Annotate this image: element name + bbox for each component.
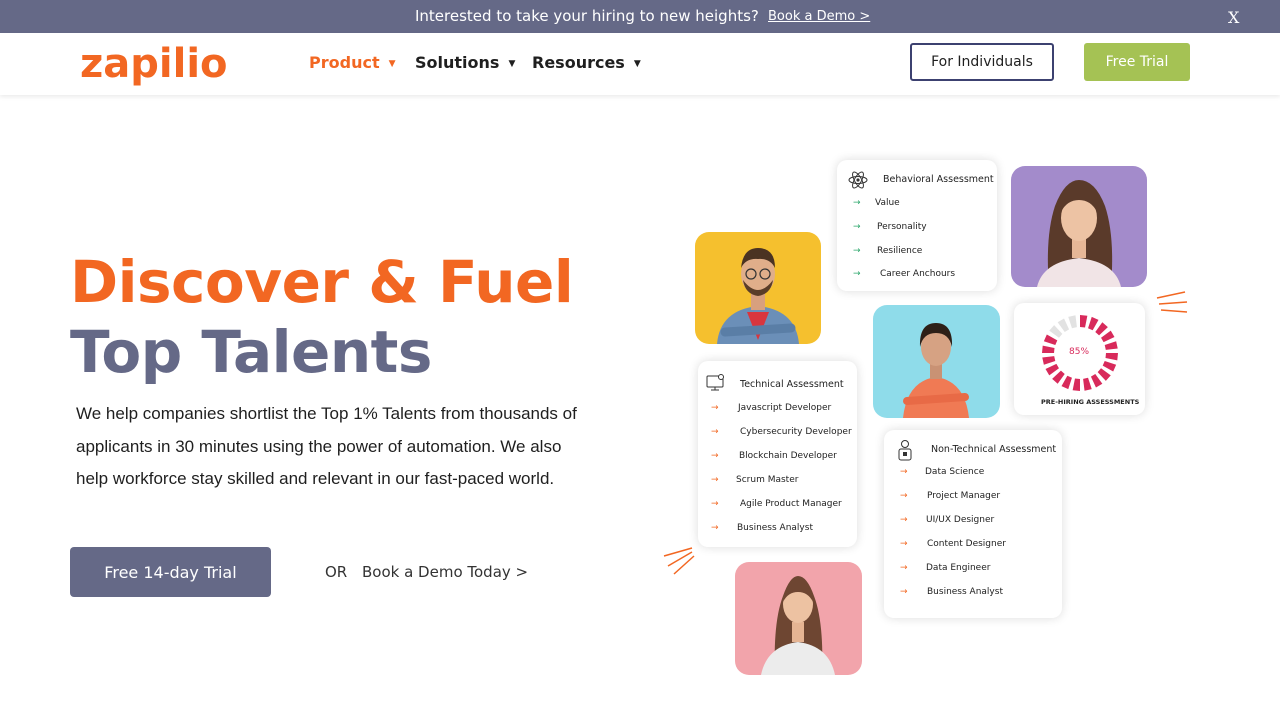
- gauge-segment: [1052, 370, 1065, 384]
- pre-hiring-gauge-card: 85% PRE-HIRING ASSESSMENTS: [1014, 303, 1145, 415]
- gauge-segment: [1083, 377, 1092, 391]
- gauge-segment: [1061, 375, 1072, 390]
- arrow-right-icon: →: [900, 467, 908, 477]
- close-icon[interactable]: X: [1228, 8, 1239, 27]
- nav-item-label: Solutions: [415, 53, 500, 72]
- card-title: Behavioral Assessment: [883, 174, 994, 185]
- caret-down-icon: ▼: [388, 59, 396, 69]
- gauge-segment: [1102, 361, 1117, 372]
- caret-down-icon: ▼: [508, 59, 516, 69]
- card-title: Technical Assessment: [740, 379, 844, 390]
- for-individuals-button[interactable]: For Individuals: [910, 43, 1054, 81]
- main-nav: zapilio Product ▼ Solutions ▼ Resources ▼ F…: [0, 33, 1280, 95]
- hero-title-line1: Discover & Fuel: [70, 248, 574, 316]
- gauge-segment: [1057, 318, 1070, 332]
- list-item: Blockchain Developer: [739, 451, 837, 461]
- behavioral-assessment-card: Behavioral Assessment → Value → Personal…: [837, 160, 997, 291]
- nav-item-label: Product: [309, 53, 380, 72]
- gauge-segment: [1072, 378, 1080, 391]
- gauge-segment: [1095, 322, 1108, 336]
- list-item: Cybersecurity Developer: [740, 427, 852, 437]
- nav-item-product[interactable]: Product ▼: [309, 53, 396, 72]
- hero-title-line2: Top Talents: [70, 318, 432, 386]
- arrow-right-icon: →: [900, 515, 908, 525]
- list-item: Agile Product Manager: [740, 499, 842, 509]
- monitor-icon: [706, 374, 724, 391]
- burst-decoration-icon: [1156, 291, 1188, 313]
- person-badge-icon: [898, 440, 912, 461]
- list-item: Data Science: [925, 467, 985, 477]
- gauge-segment: [1042, 356, 1056, 365]
- gauge-segment: [1101, 330, 1115, 343]
- gauge-segment: [1105, 353, 1118, 361]
- nav-item-solutions[interactable]: Solutions ▼: [415, 53, 515, 72]
- arrow-right-icon: →: [853, 222, 861, 232]
- gauge-segment: [1080, 315, 1088, 328]
- gauge-segment: [1045, 363, 1059, 376]
- person-illustration: [761, 576, 835, 675]
- logo[interactable]: zapilio: [80, 41, 228, 87]
- gauge-segment: [1088, 316, 1099, 331]
- gauge-label: PRE-HIRING ASSESSMENTS: [1041, 398, 1140, 406]
- gauge-percent: 85%: [1069, 347, 1090, 357]
- arrow-right-icon: →: [711, 499, 719, 509]
- list-item: Business Analyst: [737, 523, 813, 533]
- gauge-segment: [1097, 368, 1111, 381]
- hero-description: We help companies shortlist the Top 1% T…: [76, 404, 577, 488]
- gauge-segment: [1042, 345, 1055, 353]
- list-item: Business Analyst: [927, 587, 1003, 597]
- photo-woman-pink: [735, 562, 862, 675]
- card-title: Non-Technical Assessment: [931, 444, 1057, 455]
- list-item: Career Anchours: [880, 269, 956, 279]
- arrow-right-icon: →: [711, 403, 719, 413]
- burst-decoration-icon: [663, 547, 695, 575]
- list-item: UI/UX Designer: [926, 515, 995, 525]
- arrow-right-icon: →: [900, 563, 908, 573]
- list-item: Personality: [877, 222, 927, 232]
- gauge-segment: [1068, 315, 1077, 329]
- free-trial-button[interactable]: Free Trial: [1084, 43, 1190, 81]
- list-item: Javascript Developer: [738, 403, 832, 413]
- person-illustration: [1037, 180, 1121, 287]
- or-separator: OR: [325, 563, 348, 581]
- arrow-right-icon: →: [711, 523, 719, 533]
- person-illustration: [717, 248, 799, 344]
- arrow-right-icon: →: [900, 539, 908, 549]
- nav-item-resources[interactable]: Resources ▼: [532, 53, 641, 72]
- gauge-segment: [1043, 334, 1058, 345]
- list-item: Project Manager: [927, 491, 1001, 501]
- person-illustration: [903, 323, 969, 418]
- free-14-day-trial-button[interactable]: Free 14-day Trial: [70, 547, 271, 597]
- arrow-right-icon: →: [711, 451, 719, 461]
- arrow-right-icon: →: [711, 427, 719, 437]
- announcement-text: Interested to take your hiring to new he…: [415, 7, 759, 25]
- list-item: Content Designer: [927, 539, 1006, 549]
- atom-icon: [848, 171, 868, 189]
- gauge-segment: [1049, 325, 1063, 338]
- non-technical-assessment-card: Non-Technical Assessment → Data Science …: [884, 430, 1062, 618]
- gauge-segment: [1104, 341, 1118, 350]
- book-demo-link[interactable]: Book a Demo Today >: [362, 563, 528, 581]
- photo-woman-cyan: [873, 305, 1000, 418]
- caret-down-icon: ▼: [633, 59, 641, 69]
- technical-assessment-card: Technical Assessment → Javascript Develo…: [698, 361, 857, 547]
- list-item: Value: [875, 198, 900, 208]
- announcement-demo-link[interactable]: Book a Demo >: [768, 9, 870, 24]
- arrow-right-icon: →: [900, 491, 908, 501]
- arrow-right-icon: →: [900, 587, 908, 597]
- nav-item-label: Resources: [532, 53, 625, 72]
- arrow-right-icon: →: [711, 475, 719, 485]
- photo-man-yellow: [695, 232, 821, 344]
- arrow-right-icon: →: [853, 269, 861, 279]
- announcement-bar: Interested to take your hiring to new he…: [0, 0, 1280, 33]
- photo-woman-purple: [1011, 166, 1147, 287]
- list-item: Scrum Master: [736, 475, 799, 485]
- arrow-right-icon: →: [853, 246, 861, 256]
- list-item: Data Engineer: [926, 563, 991, 573]
- gauge-segment: [1090, 374, 1103, 388]
- arrow-right-icon: →: [853, 198, 861, 208]
- list-item: Resilience: [877, 246, 923, 256]
